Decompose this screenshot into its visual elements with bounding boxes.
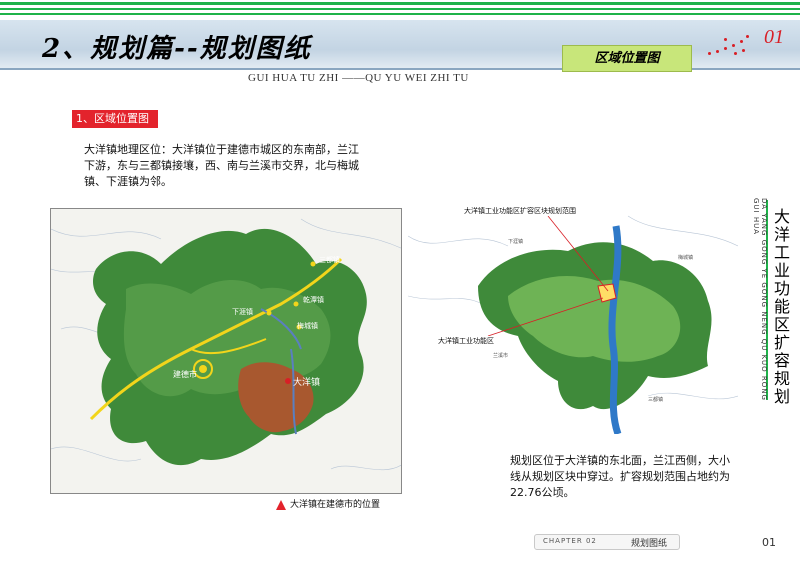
stripe-2 <box>0 8 800 10</box>
callout-expansion-area: 大洋镇工业功能区扩容区块规划范围 <box>464 206 576 216</box>
map-label-sandu: 三都镇 <box>648 396 664 403</box>
footer-label: 规划图纸 <box>631 539 668 549</box>
planning-map-graphic <box>408 206 738 434</box>
page-title-pinyin: GUI HUA TU ZHI ——QU YU WEI ZHI TU <box>248 72 469 84</box>
footer-chapter-box: CHAPTER 02 规划图纸 <box>534 534 680 550</box>
page-title: 2、规划篇--规划图纸 <box>42 34 312 64</box>
page-number-top: 01 <box>764 26 784 48</box>
stripe-3 <box>0 13 800 15</box>
map-legend: 大洋镇在建德市的位置 <box>276 497 380 510</box>
footer-page-number: 01 <box>762 536 776 549</box>
callout-industrial-zone: 大洋镇工业功能区 <box>438 336 494 346</box>
label-meicheng: 梅城镇 <box>297 322 318 330</box>
label-qiantan: 乾潭镇 <box>303 296 324 304</box>
label-jiande: 建德市 <box>173 370 197 379</box>
map-label-xiaya: 下涯镇 <box>508 238 524 245</box>
top-stripes <box>0 0 800 20</box>
section-heading: 1、区域位置图 <box>72 110 158 128</box>
label-xiaya: 下涯镇 <box>232 308 253 316</box>
map-label-meicheng: 梅城镇 <box>678 254 694 261</box>
side-title-pinyin: DA YANG GONG YE GONG NENG QU KUO RONG GU… <box>752 198 768 401</box>
planning-description: 规划区位于大洋镇的东北面，兰江西侧，大小线从规划区块中穿过。扩容规划范围占地约为… <box>510 454 730 499</box>
legend-text: 大洋镇在建德市的位置 <box>290 500 381 510</box>
section-badge: 区域位置图 <box>562 45 692 72</box>
side-title: 大洋工业功能区扩容规划 <box>773 207 790 406</box>
stripe-1 <box>0 2 800 5</box>
footer-chapter: CHAPTER 02 <box>543 537 597 545</box>
triangle-marker-icon <box>276 499 286 510</box>
map-label-lanxi: 兰溪市 <box>493 352 509 359</box>
label-dayang: 大洋镇 <box>293 378 321 388</box>
planning-zone-map: 大洋镇工业功能区扩容区块规划范围 大洋镇工业功能区 下涯镇 梅城镇 兰溪市 三都… <box>408 206 738 434</box>
regional-location-map: 建德市 大洋镇 梅城镇 下涯镇 三都镇 乾潭镇 <box>50 208 402 494</box>
label-sandu: 三都镇 <box>319 256 340 264</box>
regional-map-graphic <box>51 209 401 493</box>
location-description: 大洋镇地理区位：大洋镇位于建德市城区的东南部，兰江下游，东与三都镇接壤，西、南与… <box>84 143 359 188</box>
